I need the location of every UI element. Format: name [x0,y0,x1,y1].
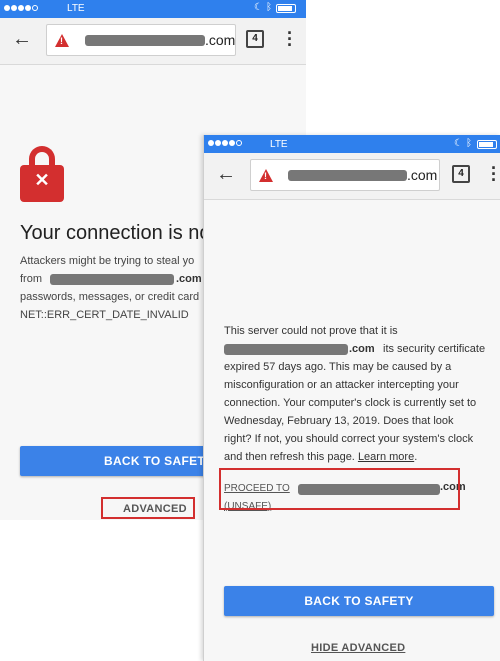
browser-toolbar: ← .com 4 ··· [0,18,306,65]
battery-icon [276,4,296,13]
status-bar: LTE ☾ ᛒ [0,0,306,18]
desc-line-6: Wednesday, February 13, 2019. Does that … [224,415,454,427]
warning-icon [55,34,69,47]
bluetooth-icon: ᛒ [266,2,272,13]
desc-line-4: misconfiguration or an attacker intercep… [224,379,459,391]
desc-line-8: and then refresh this page. [224,451,355,463]
arrow-left-icon[interactable]: ← [216,164,236,184]
arrow-left-icon[interactable]: ← [12,29,32,49]
advanced-highlight-box [101,497,195,519]
desc-line-7: right? If not, you should correct your s… [224,433,474,445]
browser-toolbar: ← .com 4 ··· [204,153,500,200]
redacted-domain [288,170,407,181]
desc-domain-suffix: .com [349,343,375,355]
status-bar: LTE ☾ ᛒ [204,135,500,153]
tab-switcher-button[interactable]: 4 [246,30,264,48]
redacted-domain [85,35,205,46]
body-domain-suffix: .com [176,273,202,285]
proceed-highlight-box [219,468,460,510]
signal-icon [208,138,243,149]
url-bar[interactable]: .com [46,24,236,56]
bluetooth-icon: ᛒ [466,138,472,149]
more-vert-icon[interactable]: · · · [491,159,497,189]
desc-line-5: connection. Your computer's clock is cur… [224,397,477,409]
signal-icon [4,3,39,14]
front-phone-screen: LTE ☾ ᛒ ← .com 4 ··· This server could n… [203,135,500,661]
moon-icon: ☾ [254,2,263,13]
body-from: from [20,273,42,285]
tab-switcher-button[interactable]: 4 [452,165,470,183]
url-bar[interactable]: .com [250,159,440,191]
more-vert-icon[interactable]: · · · [287,24,293,54]
desc-line-3: expired 57 days ago. This may be caused … [224,361,452,373]
warning-icon [259,169,273,182]
carrier-label: LTE [67,3,85,14]
desc-line-2-rest: its security certificate [383,343,486,355]
url-domain-suffix: .com [205,32,236,48]
back-to-safety-button[interactable]: BACK TO SAFETY [224,586,494,616]
redacted-domain [50,274,174,285]
lock-error-icon: ✕ [20,146,64,202]
moon-icon: ☾ [454,138,463,149]
advanced-description: This server could not prove that it is .… [224,322,496,466]
learn-more-link[interactable]: Learn more [358,451,414,463]
battery-icon [477,140,497,149]
desc-line-1: This server could not prove that it is [224,325,398,337]
carrier-label: LTE [270,139,288,150]
page-title: Your connection is not [20,222,217,244]
hide-advanced-button[interactable]: HIDE ADVANCED [311,642,405,654]
desc-period: . [414,451,418,463]
redacted-domain [224,344,348,355]
url-domain-suffix: .com [407,167,438,183]
